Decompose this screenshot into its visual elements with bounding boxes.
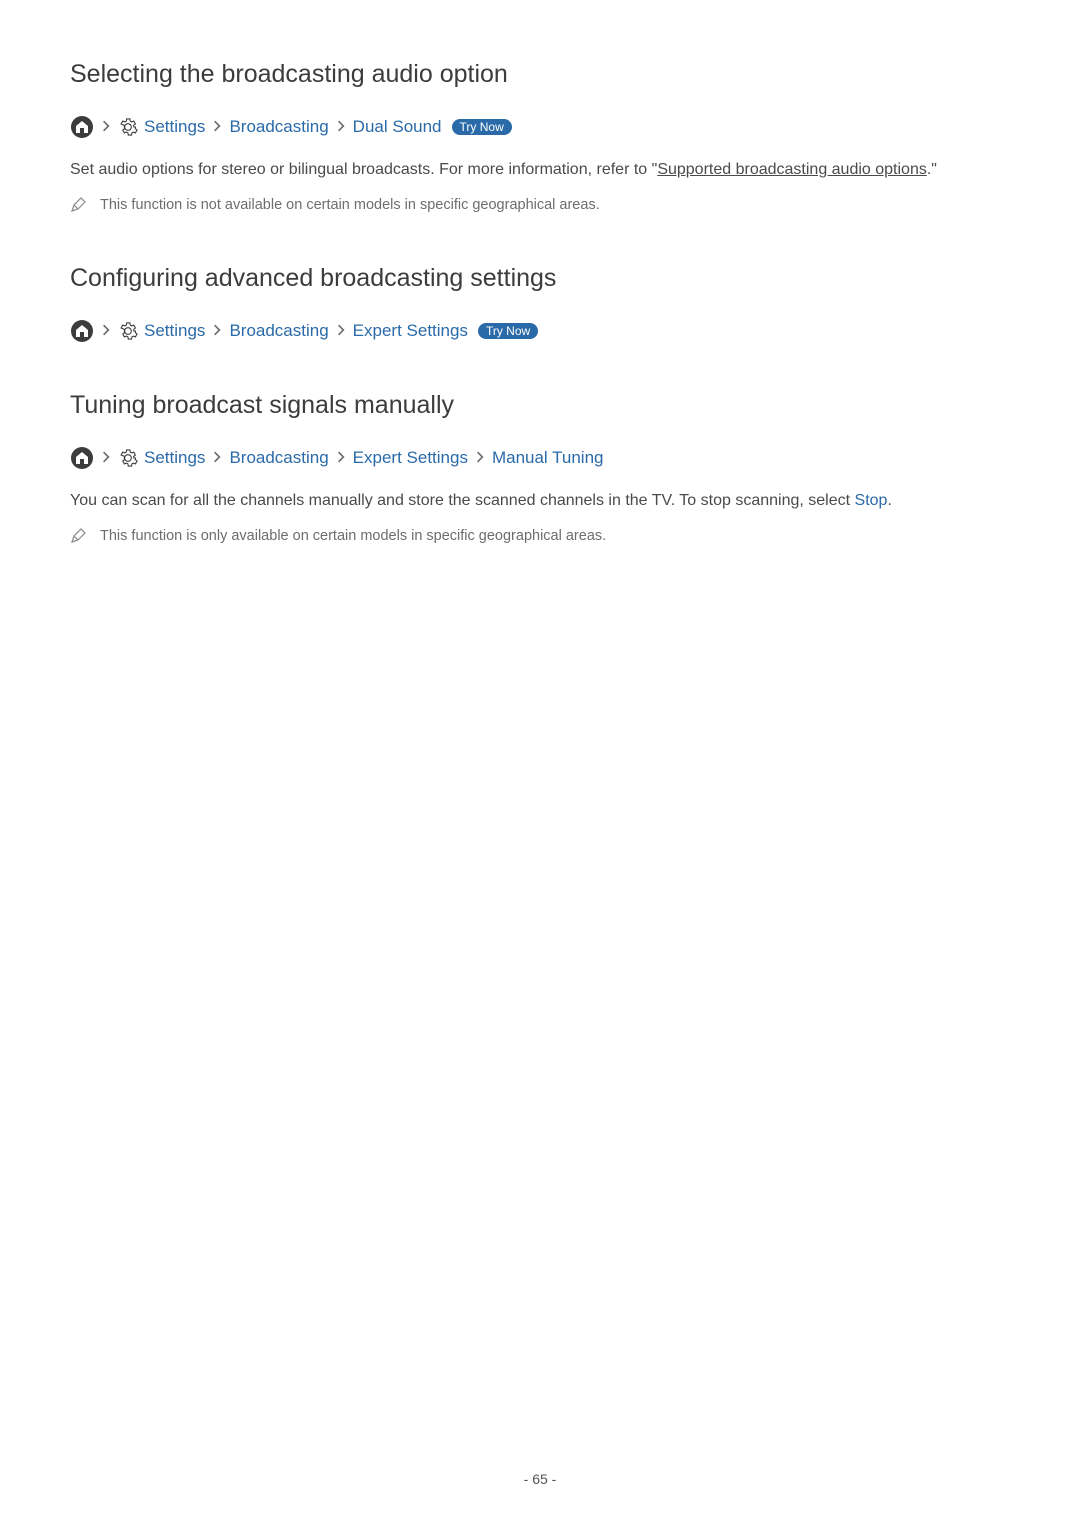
- try-now-badge[interactable]: Try Now: [478, 323, 538, 339]
- pencil-icon: [70, 197, 86, 213]
- link-stop[interactable]: Stop: [855, 492, 888, 509]
- gear-icon[interactable]: [118, 448, 138, 468]
- breadcrumb-broadcasting[interactable]: Broadcasting: [229, 321, 328, 341]
- gear-icon[interactable]: [118, 117, 138, 137]
- try-now-badge[interactable]: Try Now: [452, 119, 512, 135]
- section-advanced-settings: Configuring advanced broadcasting settin…: [70, 264, 1010, 343]
- breadcrumb: Settings Broadcasting Expert Settings Tr…: [70, 319, 1010, 343]
- chevron-right-icon: [213, 323, 221, 339]
- section-heading: Tuning broadcast signals manually: [70, 391, 1010, 420]
- breadcrumb-manual-tuning[interactable]: Manual Tuning: [492, 448, 604, 468]
- breadcrumb-broadcasting[interactable]: Broadcasting: [229, 117, 328, 137]
- chevron-right-icon: [102, 450, 110, 466]
- chevron-right-icon: [213, 450, 221, 466]
- breadcrumb-broadcasting[interactable]: Broadcasting: [229, 448, 328, 468]
- chevron-right-icon: [337, 323, 345, 339]
- body-text-suffix: .": [927, 161, 937, 178]
- home-icon[interactable]: [70, 319, 94, 343]
- note-row: This function is only available on certa…: [70, 526, 1010, 548]
- note-text: This function is only available on certa…: [100, 526, 606, 548]
- breadcrumb-settings[interactable]: Settings: [144, 117, 205, 137]
- breadcrumb-expert-settings[interactable]: Expert Settings: [353, 321, 468, 341]
- chevron-right-icon: [476, 450, 484, 466]
- home-icon[interactable]: [70, 446, 94, 470]
- note-text: This function is not available on certai…: [100, 195, 600, 217]
- body-text-suffix: .: [887, 492, 891, 509]
- body-text-prefix: You can scan for all the channels manual…: [70, 492, 855, 509]
- breadcrumb: Settings Broadcasting Dual Sound Try Now: [70, 115, 1010, 139]
- section-manual-tuning: Tuning broadcast signals manually Settin…: [70, 391, 1010, 547]
- breadcrumb-settings[interactable]: Settings: [144, 448, 205, 468]
- body-text: Set audio options for stereo or bilingua…: [70, 157, 1010, 183]
- breadcrumb-settings[interactable]: Settings: [144, 321, 205, 341]
- section-heading: Selecting the broadcasting audio option: [70, 60, 1010, 89]
- body-text-prefix: Set audio options for stereo or bilingua…: [70, 161, 657, 178]
- note-row: This function is not available on certai…: [70, 195, 1010, 217]
- chevron-right-icon: [337, 119, 345, 135]
- section-heading: Configuring advanced broadcasting settin…: [70, 264, 1010, 293]
- chevron-right-icon: [102, 323, 110, 339]
- chevron-right-icon: [102, 119, 110, 135]
- section-audio-option: Selecting the broadcasting audio option …: [70, 60, 1010, 216]
- body-text: You can scan for all the channels manual…: [70, 488, 1010, 514]
- pencil-icon: [70, 528, 86, 544]
- chevron-right-icon: [213, 119, 221, 135]
- home-icon[interactable]: [70, 115, 94, 139]
- breadcrumb-dual-sound[interactable]: Dual Sound: [353, 117, 442, 137]
- breadcrumb: Settings Broadcasting Expert Settings Ma…: [70, 446, 1010, 470]
- chevron-right-icon: [337, 450, 345, 466]
- page-number: - 65 -: [0, 1471, 1080, 1487]
- link-supported-audio[interactable]: Supported broadcasting audio options: [657, 161, 927, 178]
- gear-icon[interactable]: [118, 321, 138, 341]
- breadcrumb-expert-settings[interactable]: Expert Settings: [353, 448, 468, 468]
